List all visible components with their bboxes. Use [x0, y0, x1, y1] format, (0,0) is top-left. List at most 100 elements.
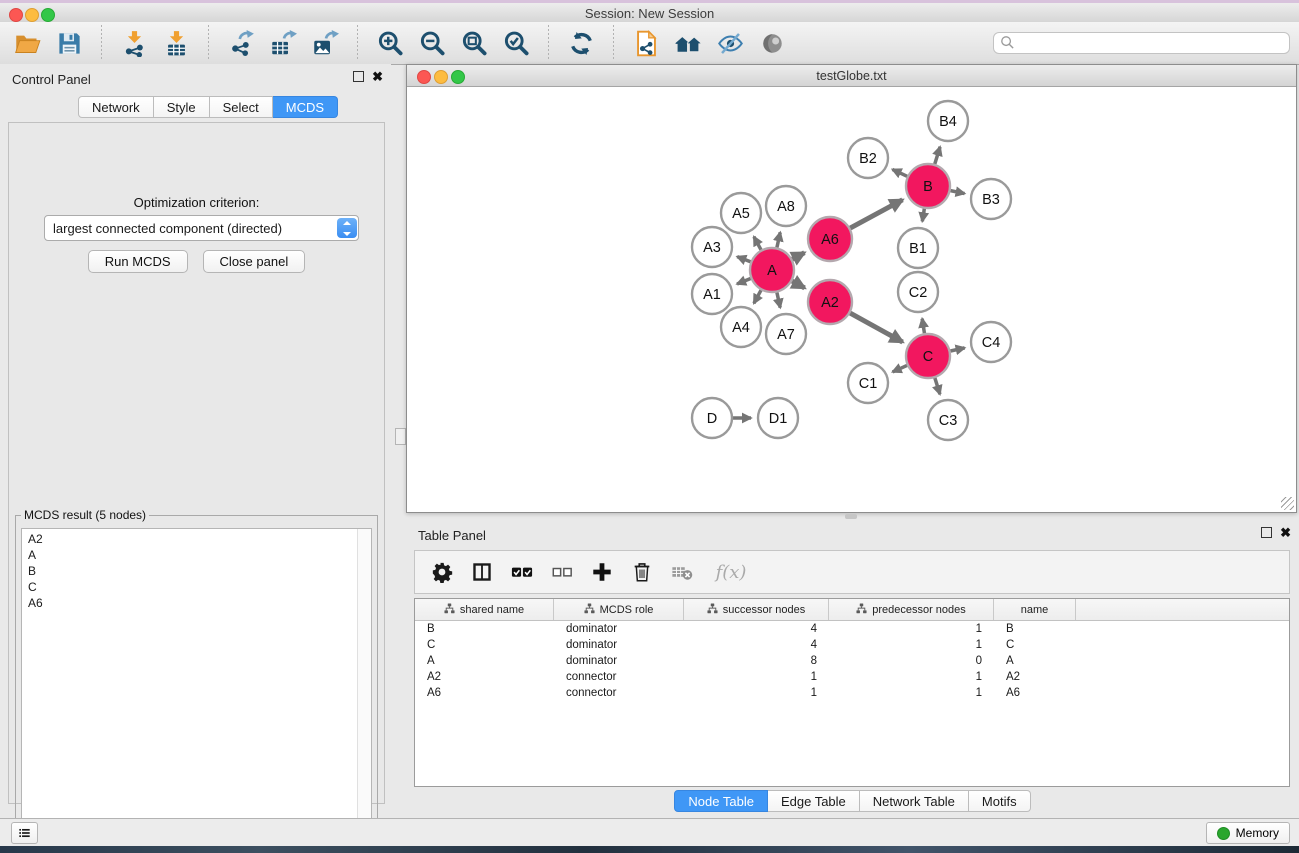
result-list-item[interactable]: A6: [22, 595, 357, 611]
edge-A2-C[interactable]: [850, 313, 902, 342]
column-header-shared-name[interactable]: shared name: [415, 599, 554, 620]
export-table-button[interactable]: [264, 25, 302, 61]
edge-A-A7[interactable]: [777, 292, 780, 307]
table-row[interactable]: Adominator80A: [415, 653, 1289, 669]
cell-predecessor-nodes[interactable]: 1: [829, 669, 994, 685]
search-input[interactable]: [993, 32, 1290, 54]
result-list-item[interactable]: A: [22, 547, 357, 563]
table-row[interactable]: Bdominator41B: [415, 621, 1289, 637]
table-row[interactable]: A6connector11A6: [415, 685, 1289, 701]
memory-button[interactable]: Memory: [1206, 822, 1290, 844]
cell-name[interactable]: B: [994, 621, 1076, 637]
import-network-button[interactable]: [115, 25, 153, 61]
import-table-button[interactable]: [157, 25, 195, 61]
new-network-document-button[interactable]: [627, 25, 665, 61]
cell-successor-nodes[interactable]: 8: [684, 653, 829, 669]
add-column-button[interactable]: [589, 559, 615, 585]
first-neighbors-button[interactable]: [669, 25, 707, 61]
result-list-item[interactable]: C: [22, 579, 357, 595]
open-session-button[interactable]: [8, 25, 46, 61]
deselect-all-button[interactable]: [549, 559, 575, 585]
zoom-selected-button[interactable]: [497, 25, 535, 61]
column-header-name[interactable]: name: [994, 599, 1076, 620]
titlebar[interactable]: Session: New Session: [0, 3, 1299, 23]
tab-network[interactable]: Network: [78, 96, 154, 118]
export-network-button[interactable]: [222, 25, 260, 61]
edge-B-B3[interactable]: [951, 191, 965, 194]
close-panel-button[interactable]: Close panel: [203, 250, 306, 273]
cell-MCDS-role[interactable]: dominator: [554, 621, 684, 637]
cell-MCDS-role[interactable]: connector: [554, 669, 684, 685]
edge-C-C3[interactable]: [935, 378, 940, 394]
cell-MCDS-role[interactable]: dominator: [554, 653, 684, 669]
cell-name[interactable]: A2: [994, 669, 1076, 685]
table-settings-button[interactable]: [429, 559, 455, 585]
edge-B-B1[interactable]: [922, 209, 924, 222]
cell-successor-nodes[interactable]: 4: [684, 637, 829, 653]
cell-name[interactable]: A6: [994, 685, 1076, 701]
result-list-item[interactable]: B: [22, 563, 357, 579]
cell-predecessor-nodes[interactable]: 1: [829, 685, 994, 701]
edge-A-A8[interactable]: [777, 232, 780, 247]
cell-shared-name[interactable]: C: [415, 637, 554, 653]
edge-A-A6[interactable]: [792, 253, 804, 259]
edge-C-C2[interactable]: [922, 319, 924, 334]
export-image-button[interactable]: [306, 25, 344, 61]
table-tab-edge-table[interactable]: Edge Table: [768, 790, 860, 812]
run-mcds-button[interactable]: Run MCDS: [88, 250, 188, 273]
cell-shared-name[interactable]: A2: [415, 669, 554, 685]
cell-shared-name[interactable]: B: [415, 621, 554, 637]
cell-shared-name[interactable]: A6: [415, 685, 554, 701]
column-view-button[interactable]: [469, 559, 495, 585]
edge-A-A2[interactable]: [792, 281, 804, 288]
edge-A6-B[interactable]: [850, 200, 902, 228]
result-list-scrollbar[interactable]: [357, 529, 371, 849]
cell-name[interactable]: C: [994, 637, 1076, 653]
edge-B-B2[interactable]: [892, 169, 907, 176]
cell-predecessor-nodes[interactable]: 1: [829, 637, 994, 653]
edge-C-C4[interactable]: [950, 348, 964, 351]
save-session-button[interactable]: [50, 25, 88, 61]
network-canvas[interactable]: B4B2BB3A8A5A6A3B1AC2A1A2A4A7C4CC1DD1C3: [407, 87, 1296, 512]
column-header-successor-nodes[interactable]: successor nodes: [684, 599, 829, 620]
table-tab-node-table[interactable]: Node Table: [674, 790, 768, 812]
network-hscroll-thumb[interactable]: [845, 514, 857, 519]
table-row[interactable]: Cdominator41C: [415, 637, 1289, 653]
select-all-button[interactable]: [509, 559, 535, 585]
table-close-panel-icon[interactable]: ✖: [1280, 527, 1291, 538]
column-header-MCDS-role[interactable]: MCDS role: [554, 599, 684, 620]
cell-successor-nodes[interactable]: 1: [684, 669, 829, 685]
edge-A-A3[interactable]: [737, 257, 750, 262]
mcds-result-list[interactable]: A2ABCA6: [21, 528, 372, 850]
refresh-layout-button[interactable]: [562, 25, 600, 61]
cell-predecessor-nodes[interactable]: 1: [829, 621, 994, 637]
edge-A-A4[interactable]: [754, 290, 761, 303]
cell-predecessor-nodes[interactable]: 0: [829, 653, 994, 669]
float-panel-icon[interactable]: [353, 71, 364, 82]
table-row[interactable]: A2connector11A2: [415, 669, 1289, 685]
tab-select[interactable]: Select: [210, 96, 273, 118]
result-list-item[interactable]: A2: [22, 531, 357, 547]
table-float-panel-icon[interactable]: [1261, 527, 1272, 538]
cell-successor-nodes[interactable]: 4: [684, 621, 829, 637]
tab-mcds[interactable]: MCDS: [273, 96, 338, 118]
cell-MCDS-role[interactable]: dominator: [554, 637, 684, 653]
criterion-dropdown[interactable]: largest connected component (directed): [44, 215, 359, 241]
edge-C-C1[interactable]: [893, 365, 907, 371]
cell-MCDS-role[interactable]: connector: [554, 685, 684, 701]
tab-style[interactable]: Style: [154, 96, 210, 118]
edge-A-A1[interactable]: [737, 279, 751, 284]
zoom-out-button[interactable]: [413, 25, 451, 61]
network-window-titlebar[interactable]: testGlobe.txt: [407, 65, 1296, 87]
table-tab-motifs[interactable]: Motifs: [969, 790, 1031, 812]
column-header-predecessor-nodes[interactable]: predecessor nodes: [829, 599, 994, 620]
table-tab-network-table[interactable]: Network Table: [860, 790, 969, 812]
task-history-button[interactable]: [11, 822, 38, 844]
edge-A-A5[interactable]: [754, 237, 761, 250]
close-panel-icon[interactable]: ✖: [372, 71, 383, 82]
delete-column-button[interactable]: [629, 559, 655, 585]
edge-B-B4[interactable]: [935, 147, 940, 164]
zoom-fit-button[interactable]: [455, 25, 493, 61]
cell-successor-nodes[interactable]: 1: [684, 685, 829, 701]
cell-shared-name[interactable]: A: [415, 653, 554, 669]
